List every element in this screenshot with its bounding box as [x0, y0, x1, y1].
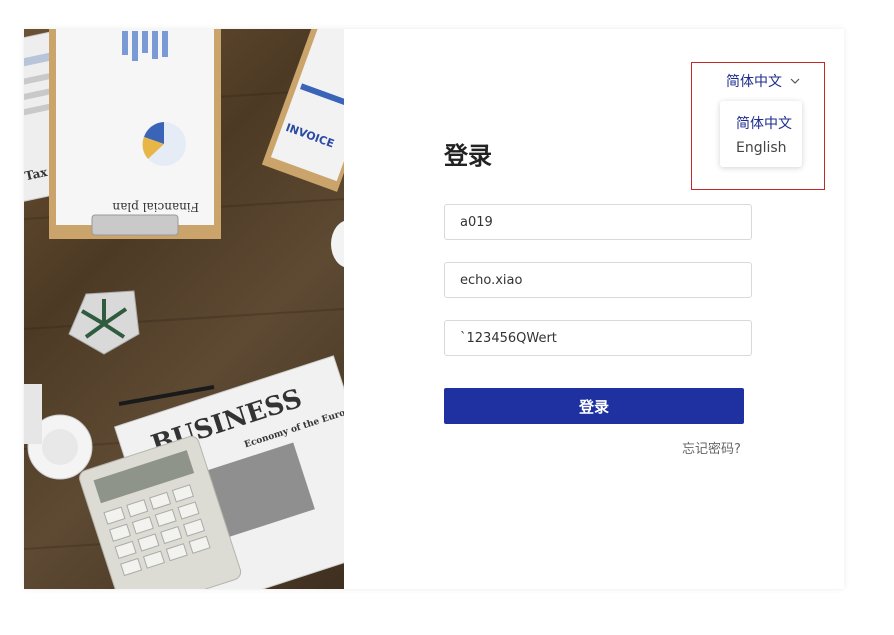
- hero-image: Tax Refund Financial plan: [24, 29, 344, 589]
- language-dropdown-menu: 简体中文 English: [720, 101, 802, 167]
- language-selector[interactable]: 简体中文: [726, 71, 800, 91]
- succulent-plant: [68, 290, 140, 355]
- coffee-cup: [24, 384, 93, 480]
- chevron-down-icon: [790, 78, 800, 84]
- invoice-clipboard: INVOICE: [261, 29, 344, 192]
- hero-text-financial-plan: Financial plan: [112, 200, 199, 214]
- forgot-password-link[interactable]: 忘记密码?: [682, 438, 741, 457]
- password-field[interactable]: [444, 320, 752, 356]
- language-option-zh[interactable]: 简体中文: [736, 113, 792, 133]
- page-title: 登录: [444, 142, 492, 170]
- login-panel: 简体中文 简体中文 English 登录 登录 忘记密码?: [344, 29, 844, 589]
- financial-plan-clipboard: Financial plan: [49, 29, 221, 239]
- login-button[interactable]: 登录: [444, 388, 744, 424]
- language-option-en[interactable]: English: [736, 140, 787, 156]
- hero-illustration: Tax Refund Financial plan: [24, 29, 344, 589]
- username-field[interactable]: [444, 262, 752, 298]
- language-current-label: 简体中文: [726, 74, 782, 90]
- login-card: Tax Refund Financial plan: [24, 29, 844, 589]
- company-field[interactable]: [444, 204, 752, 240]
